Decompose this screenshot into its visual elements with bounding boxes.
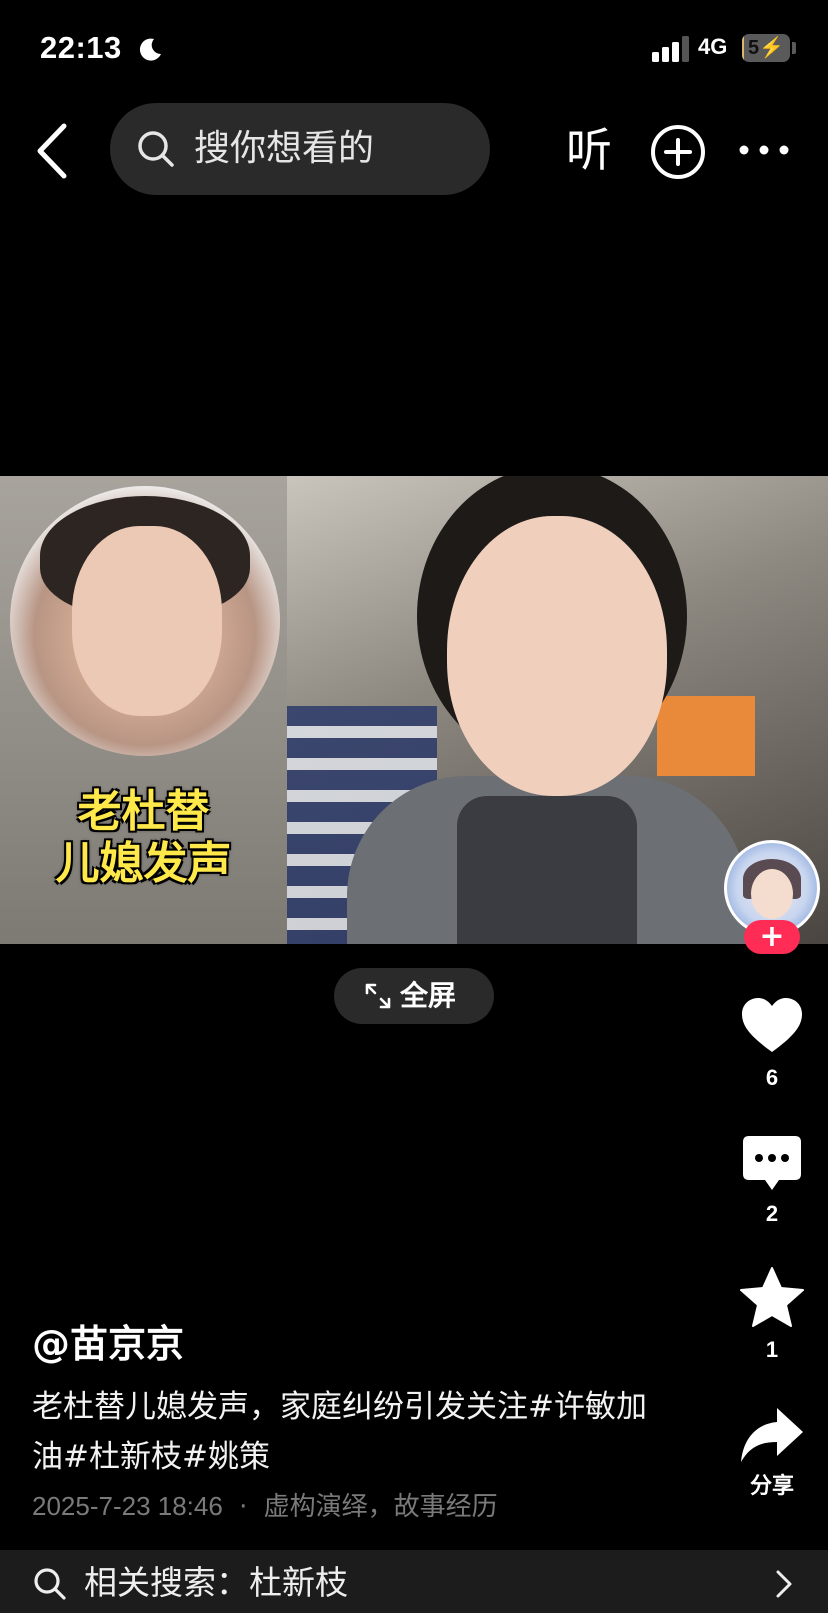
status-bar: 22:13 4G 5⚡	[0, 0, 828, 100]
battery-indicator: 5⚡	[742, 34, 790, 62]
post-date: 2025-7-23 18:46	[32, 1491, 223, 1521]
search-icon	[34, 1568, 66, 1600]
heart-icon	[742, 998, 802, 1052]
share-arrow-icon	[741, 1408, 803, 1462]
battery-level: 5⚡	[747, 37, 785, 59]
moon-icon	[139, 38, 161, 61]
battery-nub	[792, 42, 796, 54]
video-player[interactable]: 老杜替 儿媳发声	[0, 476, 828, 944]
person-face	[447, 516, 667, 796]
share-label: 分享	[749, 1473, 794, 1498]
caption-line: 儿媳发声	[55, 838, 232, 889]
inset-face	[72, 526, 222, 716]
related-search-text: 相关搜索：杜新枝	[84, 1563, 348, 1602]
inset-portrait	[10, 486, 280, 756]
search-placeholder: 搜你想看的	[194, 128, 375, 169]
author-name[interactable]: @苗京京	[32, 1320, 184, 1368]
chevron-right-icon	[776, 1570, 792, 1598]
like-count: 6	[765, 1065, 779, 1090]
content-note: 虚构演绎，故事经历	[263, 1492, 498, 1522]
search-bar[interactable]: 搜你想看的	[110, 103, 490, 195]
background-orange-box	[657, 696, 755, 776]
meta-separator: ·	[239, 1492, 248, 1522]
comment-count: 2	[765, 1201, 779, 1226]
back-button[interactable]	[30, 118, 74, 184]
avatar-face	[751, 869, 793, 919]
share-button[interactable]: 分享	[736, 1404, 808, 1500]
favorite-count: 1	[765, 1337, 779, 1362]
post-meta: 2025-7-23 18:46 · 虚构演绎，故事经历	[32, 1488, 498, 1525]
like-button[interactable]: 6	[736, 996, 808, 1092]
video-left-panel: 老杜替 儿媳发声	[0, 476, 287, 944]
post-description: 老杜替儿媳发声，家庭纠纷引发关注#许敏加油#杜新枝#姚策	[32, 1389, 647, 1475]
follow-button[interactable]: +	[744, 920, 800, 954]
network-type: 4G	[698, 34, 728, 59]
related-search-bar[interactable]: 相关搜索：杜新枝	[0, 1550, 828, 1613]
add-icon[interactable]	[650, 124, 706, 180]
fullscreen-label: 全屏	[400, 979, 457, 1012]
signal-icon	[652, 36, 689, 62]
comment-icon	[743, 1136, 801, 1190]
person-vest	[457, 796, 637, 944]
video-caption-overlay: 老杜替 儿媳发声	[0, 786, 287, 890]
expand-icon	[365, 983, 391, 1009]
fullscreen-button[interactable]: 全屏	[334, 968, 494, 1024]
more-options-icon[interactable]	[736, 130, 792, 170]
caption-line: 老杜替	[77, 786, 210, 837]
search-icon	[138, 131, 174, 167]
status-time: 22:13	[40, 30, 122, 65]
comment-button[interactable]: 2	[736, 1134, 808, 1228]
favorite-button[interactable]: 1	[736, 1266, 808, 1364]
star-icon	[740, 1267, 804, 1327]
listen-button[interactable]: 听	[566, 120, 612, 180]
